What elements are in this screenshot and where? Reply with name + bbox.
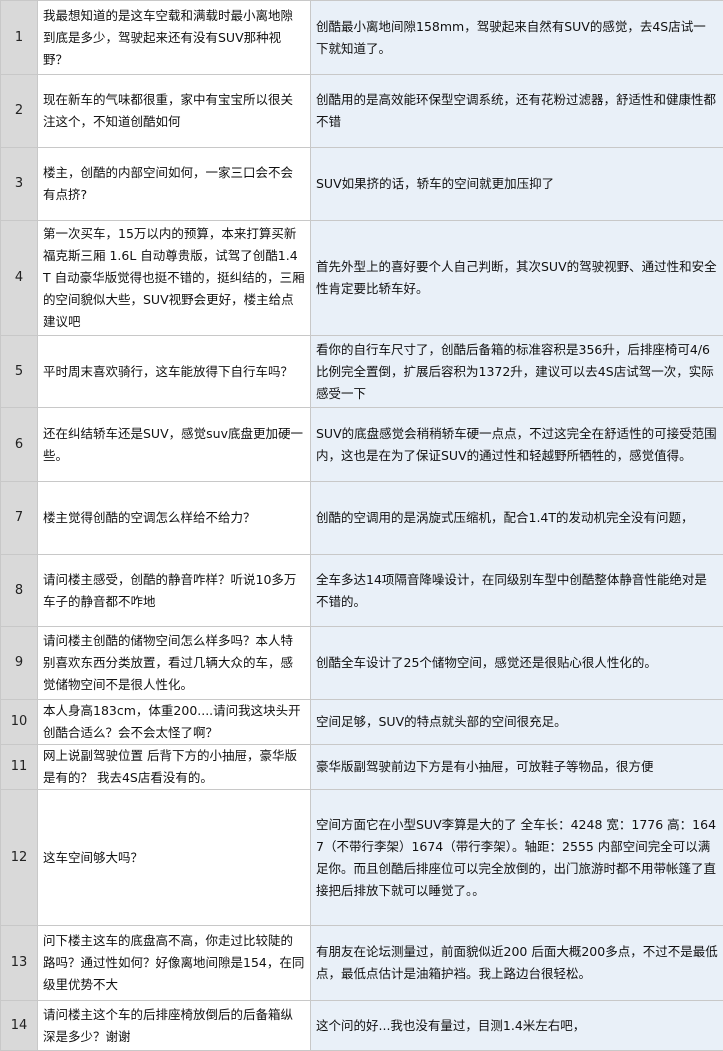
table-row: 8请问楼主感受，创酷的静音咋样？听说10多万车子的静音都不咋地全车多达14项隔音… [1,555,723,627]
row-number: 6 [1,408,38,482]
question-cell: 第一次买车，15万以内的预算，本来打算买新福克斯三厢 1.6L 自动尊贵版，试驾… [38,221,311,336]
table-row: 2现在新车的气味都很重，家中有宝宝所以很关注这个，不知道创酷如何创酷用的是高效能… [1,75,723,148]
question-cell: 我最想知道的是这车空载和满载时最小离地隙到底是多少，驾驶起来还有没有SUV那种视… [38,1,311,75]
answer-cell: 看你的自行车尺寸了，创酷后备箱的标准容积是356升，后排座椅可4/6比例完全置倒… [311,336,723,408]
answer-cell: 空间方面它在小型SUV李算是大的了 全车长：4248 宽：1776 高：1647… [311,790,723,926]
table-row: 11网上说副驾驶位置 后背下方的小抽屉，豪华版是有的？ 我去4S店看没有的。豪华… [1,745,723,790]
answer-cell: 有朋友在论坛测量过，前面貌似近200 后面大概200多点，不过不是最低点，最低点… [311,926,723,1001]
table-row: 12这车空间够大吗？空间方面它在小型SUV李算是大的了 全车长：4248 宽：1… [1,790,723,926]
row-number: 2 [1,75,38,148]
row-number: 3 [1,148,38,221]
question-cell: 现在新车的气味都很重，家中有宝宝所以很关注这个，不知道创酷如何 [38,75,311,148]
row-number: 10 [1,700,38,745]
question-cell: 本人身高183cm，体重200....请问我这块头开创酷合适么？会不会太怪了啊？ [38,700,311,745]
table-row: 9请问楼主创酷的储物空间怎么样多吗？本人特别喜欢东西分类放置，看过几辆大众的车，… [1,627,723,700]
answer-cell: 创酷全车设计了25个储物空间，感觉还是很贴心很人性化的。 [311,627,723,700]
row-number: 8 [1,555,38,627]
table-row: 13问下楼主这车的底盘高不高，你走过比较陡的路吗？通过性如何？好像离地间隙是15… [1,926,723,1001]
row-number: 7 [1,482,38,555]
answer-cell: 创酷的空调用的是涡旋式压缩机，配合1.4T的发动机完全没有问题， [311,482,723,555]
answer-cell: 创酷用的是高效能环保型空调系统，还有花粉过滤器，舒适性和健康性都不错 [311,75,723,148]
answer-cell: 创酷最小离地间隙158mm，驾驶起来自然有SUV的感觉，去4S店试一下就知道了。 [311,1,723,75]
row-number: 1 [1,1,38,75]
row-number: 13 [1,926,38,1001]
question-cell: 还在纠结轿车还是SUV，感觉suv底盘更加硬一些。 [38,408,311,482]
table-row: 4 第一次买车，15万以内的预算，本来打算买新福克斯三厢 1.6L 自动尊贵版，… [1,221,723,336]
row-number: 11 [1,745,38,790]
table-row: 10本人身高183cm，体重200....请问我这块头开创酷合适么？会不会太怪了… [1,700,723,745]
row-number: 9 [1,627,38,700]
answer-cell: 空间足够，SUV的特点就头部的空间很充足。 [311,700,723,745]
answer-cell: 豪华版副驾驶前边下方是有小抽屉，可放鞋子等物品，很方便 [311,745,723,790]
answer-cell: SUV如果挤的话，轿车的空间就更加压抑了 [311,148,723,221]
table-row: 6还在纠结轿车还是SUV，感觉suv底盘更加硬一些。SUV的底盘感觉会稍稍轿车硬… [1,408,723,482]
question-cell: 网上说副驾驶位置 后背下方的小抽屉，豪华版是有的？ 我去4S店看没有的。 [38,745,311,790]
table-row: 1我最想知道的是这车空载和满载时最小离地隙到底是多少，驾驶起来还有没有SUV那种… [1,1,723,75]
question-cell: 请问楼主创酷的储物空间怎么样多吗？本人特别喜欢东西分类放置，看过几辆大众的车，感… [38,627,311,700]
row-number: 4 [1,221,38,336]
question-cell: 这车空间够大吗？ [38,790,311,926]
answer-cell: 全车多达14项隔音降噪设计，在同级别车型中创酷整体静音性能绝对是不错的。 [311,555,723,627]
answer-cell: 首先外型上的喜好要个人自己判断，其次SUV的驾驶视野、通过性和安全性肯定要比轿车… [311,221,723,336]
row-number: 12 [1,790,38,926]
row-number: 5 [1,336,38,408]
table-row: 7楼主觉得创酷的空调怎么样给不给力？创酷的空调用的是涡旋式压缩机，配合1.4T的… [1,482,723,555]
table-row: 3楼主，创酷的内部空间如何，一家三口会不会有点挤?SUV如果挤的话，轿车的空间就… [1,148,723,221]
question-cell: 请问楼主感受，创酷的静音咋样？听说10多万车子的静音都不咋地 [38,555,311,627]
qa-table-body: 1我最想知道的是这车空载和满载时最小离地隙到底是多少，驾驶起来还有没有SUV那种… [1,1,723,1051]
question-cell: 平时周末喜欢骑行，这车能放得下自行车吗？ [38,336,311,408]
table-row: 5平时周末喜欢骑行，这车能放得下自行车吗？看你的自行车尺寸了，创酷后备箱的标准容… [1,336,723,408]
answer-cell: SUV的底盘感觉会稍稍轿车硬一点点，不过这完全在舒适性的可接受范围内，这也是在为… [311,408,723,482]
question-cell: 楼主，创酷的内部空间如何，一家三口会不会有点挤? [38,148,311,221]
qa-table: 1我最想知道的是这车空载和满载时最小离地隙到底是多少，驾驶起来还有没有SUV那种… [0,0,723,1051]
question-cell: 楼主觉得创酷的空调怎么样给不给力？ [38,482,311,555]
question-cell: 问下楼主这车的底盘高不高，你走过比较陡的路吗？通过性如何？好像离地间隙是154，… [38,926,311,1001]
